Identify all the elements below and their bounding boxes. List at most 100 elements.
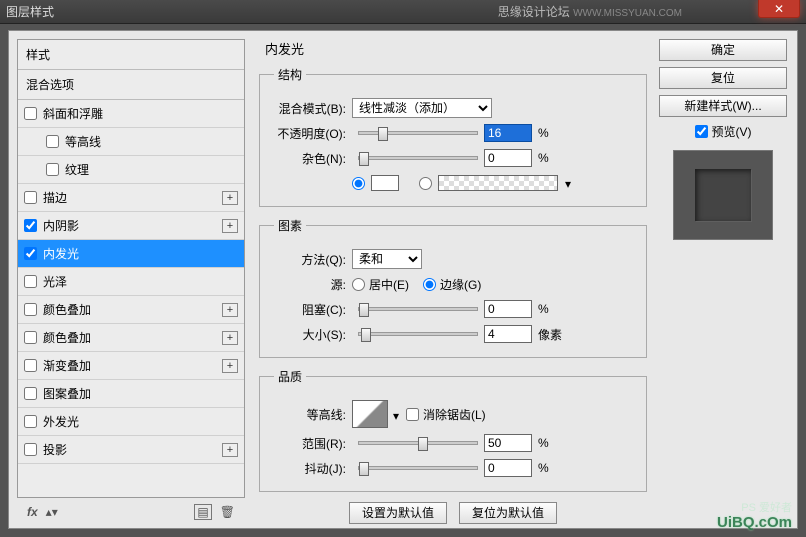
- sidebar-item-4[interactable]: 内阴影+: [18, 212, 244, 240]
- source-edge-radio[interactable]: [423, 278, 436, 291]
- settings-panel: 内发光 结构 混合模式(B): 线性减淡（添加） 不透明度(O): % 杂色(N…: [259, 39, 647, 520]
- chevron-down-icon[interactable]: ▾: [565, 177, 571, 191]
- sidebar-item-1[interactable]: 等高线: [18, 128, 244, 156]
- source-edge-label: 边缘(G): [440, 276, 481, 293]
- set-default-button[interactable]: 设置为默认值: [349, 502, 447, 524]
- range-input[interactable]: [484, 434, 532, 452]
- sidebar-header-blend[interactable]: 混合选项: [18, 70, 244, 100]
- sidebar-item-2[interactable]: 纹理: [18, 156, 244, 184]
- sidebar-item-checkbox[interactable]: [24, 359, 37, 372]
- add-effect-icon[interactable]: +: [222, 443, 238, 457]
- sidebar-item-label: 投影: [43, 441, 67, 458]
- sidebar-item-label: 外发光: [43, 413, 79, 430]
- preview-label: 预览(V): [712, 123, 752, 140]
- sidebar-item-11[interactable]: 外发光: [18, 408, 244, 436]
- sidebar-item-label: 渐变叠加: [43, 357, 91, 374]
- noise-unit: %: [538, 151, 549, 165]
- ok-button[interactable]: 确定: [659, 39, 787, 61]
- styles-sidebar: 样式 混合选项 斜面和浮雕等高线纹理描边+内阴影+内发光光泽颜色叠加+颜色叠加+…: [17, 39, 245, 498]
- antialias-checkbox[interactable]: [406, 408, 419, 421]
- sidebar-item-5[interactable]: 内发光: [18, 240, 244, 268]
- sidebar-item-checkbox[interactable]: [46, 163, 59, 176]
- choke-slider[interactable]: [358, 307, 478, 311]
- size-slider[interactable]: [358, 332, 478, 336]
- reset-button[interactable]: 复位: [659, 67, 787, 89]
- chevron-down-icon[interactable]: ▾: [393, 409, 399, 423]
- window-title: 图层样式: [4, 3, 498, 20]
- gradient-picker[interactable]: ▾: [438, 175, 558, 191]
- source-label: 源:: [268, 276, 346, 293]
- sidebar-item-8[interactable]: 颜色叠加+: [18, 324, 244, 352]
- opacity-unit: %: [538, 126, 549, 140]
- opacity-slider[interactable]: [358, 131, 478, 135]
- sidebar-item-12[interactable]: 投影 +: [18, 436, 244, 464]
- sidebar-item-checkbox[interactable]: [24, 275, 37, 288]
- fx-icon[interactable]: fx: [27, 505, 38, 519]
- add-effect-icon[interactable]: +: [222, 219, 238, 233]
- sidebar-item-0[interactable]: 斜面和浮雕: [18, 100, 244, 128]
- noise-slider[interactable]: [358, 156, 478, 160]
- range-label: 范围(R):: [268, 435, 346, 452]
- color-gradient-radio[interactable]: [419, 177, 432, 190]
- reset-default-button[interactable]: 复位为默认值: [459, 502, 557, 524]
- trash-icon[interactable]: 🗑: [220, 505, 235, 519]
- sidebar-item-3[interactable]: 描边+: [18, 184, 244, 212]
- color-swatch[interactable]: [371, 175, 399, 191]
- sidebar-item-checkbox[interactable]: [24, 219, 37, 232]
- sidebar-header-styles[interactable]: 样式: [18, 40, 244, 70]
- sidebar-item-6[interactable]: 光泽: [18, 268, 244, 296]
- add-effect-icon[interactable]: +: [222, 191, 238, 205]
- sidebar-item-checkbox[interactable]: [24, 443, 37, 456]
- legend-quality: 品质: [274, 368, 306, 385]
- new-style-button[interactable]: 新建样式(W)...: [659, 95, 787, 117]
- sidebar-item-label: 图案叠加: [43, 385, 91, 402]
- method-label: 方法(Q):: [268, 251, 346, 268]
- choke-input[interactable]: [484, 300, 532, 318]
- add-effect-icon[interactable]: +: [222, 303, 238, 317]
- sidebar-item-checkbox[interactable]: [24, 303, 37, 316]
- antialias-label: 消除锯齿(L): [423, 406, 486, 423]
- jitter-input[interactable]: [484, 459, 532, 477]
- blendmode-label: 混合模式(B):: [268, 100, 346, 117]
- legend-elements: 图素: [274, 217, 306, 234]
- preview-swatch: [695, 169, 751, 221]
- sidebar-item-label: 光泽: [43, 273, 67, 290]
- sidebar-item-checkbox[interactable]: [24, 247, 37, 260]
- noise-label: 杂色(N):: [268, 150, 346, 167]
- preview-box: [673, 150, 773, 240]
- sidebar-item-checkbox[interactable]: [24, 331, 37, 344]
- sidebar-item-10[interactable]: 图案叠加: [18, 380, 244, 408]
- jitter-slider[interactable]: [358, 466, 478, 470]
- size-input[interactable]: [484, 325, 532, 343]
- sidebar-item-checkbox[interactable]: [24, 387, 37, 400]
- sidebar-item-7[interactable]: 颜色叠加+: [18, 296, 244, 324]
- chevron-up-down-icon[interactable]: ▴▾: [46, 505, 58, 519]
- sidebar-item-checkbox[interactable]: [24, 191, 37, 204]
- right-panel: 确定 复位 新建样式(W)... 预览(V): [659, 39, 787, 240]
- brand-text: 思缘设计论坛 WWW.MISSYUAN.COM: [498, 3, 682, 20]
- source-center-radio[interactable]: [352, 278, 365, 291]
- add-effect-icon[interactable]: +: [222, 359, 238, 373]
- size-unit: 像素: [538, 326, 562, 343]
- opacity-input[interactable]: [484, 124, 532, 142]
- method-select[interactable]: 柔和: [352, 249, 422, 269]
- legend-structure: 结构: [274, 66, 306, 83]
- add-icon[interactable]: ▤: [194, 504, 211, 520]
- watermark-small: PS 爱好者: [741, 499, 792, 515]
- color-solid-radio[interactable]: [352, 177, 365, 190]
- contour-picker[interactable]: ▾: [352, 400, 388, 428]
- sidebar-item-9[interactable]: 渐变叠加 +: [18, 352, 244, 380]
- sidebar-item-checkbox[interactable]: [46, 135, 59, 148]
- range-slider[interactable]: [358, 441, 478, 445]
- blendmode-select[interactable]: 线性减淡（添加）: [352, 98, 492, 118]
- source-center-label: 居中(E): [369, 276, 409, 293]
- panel-title: 内发光: [259, 39, 647, 62]
- choke-unit: %: [538, 302, 549, 316]
- preview-checkbox[interactable]: [695, 125, 708, 138]
- sidebar-item-checkbox[interactable]: [24, 415, 37, 428]
- close-button[interactable]: ✕: [758, 0, 800, 18]
- sidebar-item-checkbox[interactable]: [24, 107, 37, 120]
- noise-input[interactable]: [484, 149, 532, 167]
- range-unit: %: [538, 436, 549, 450]
- add-effect-icon[interactable]: +: [222, 331, 238, 345]
